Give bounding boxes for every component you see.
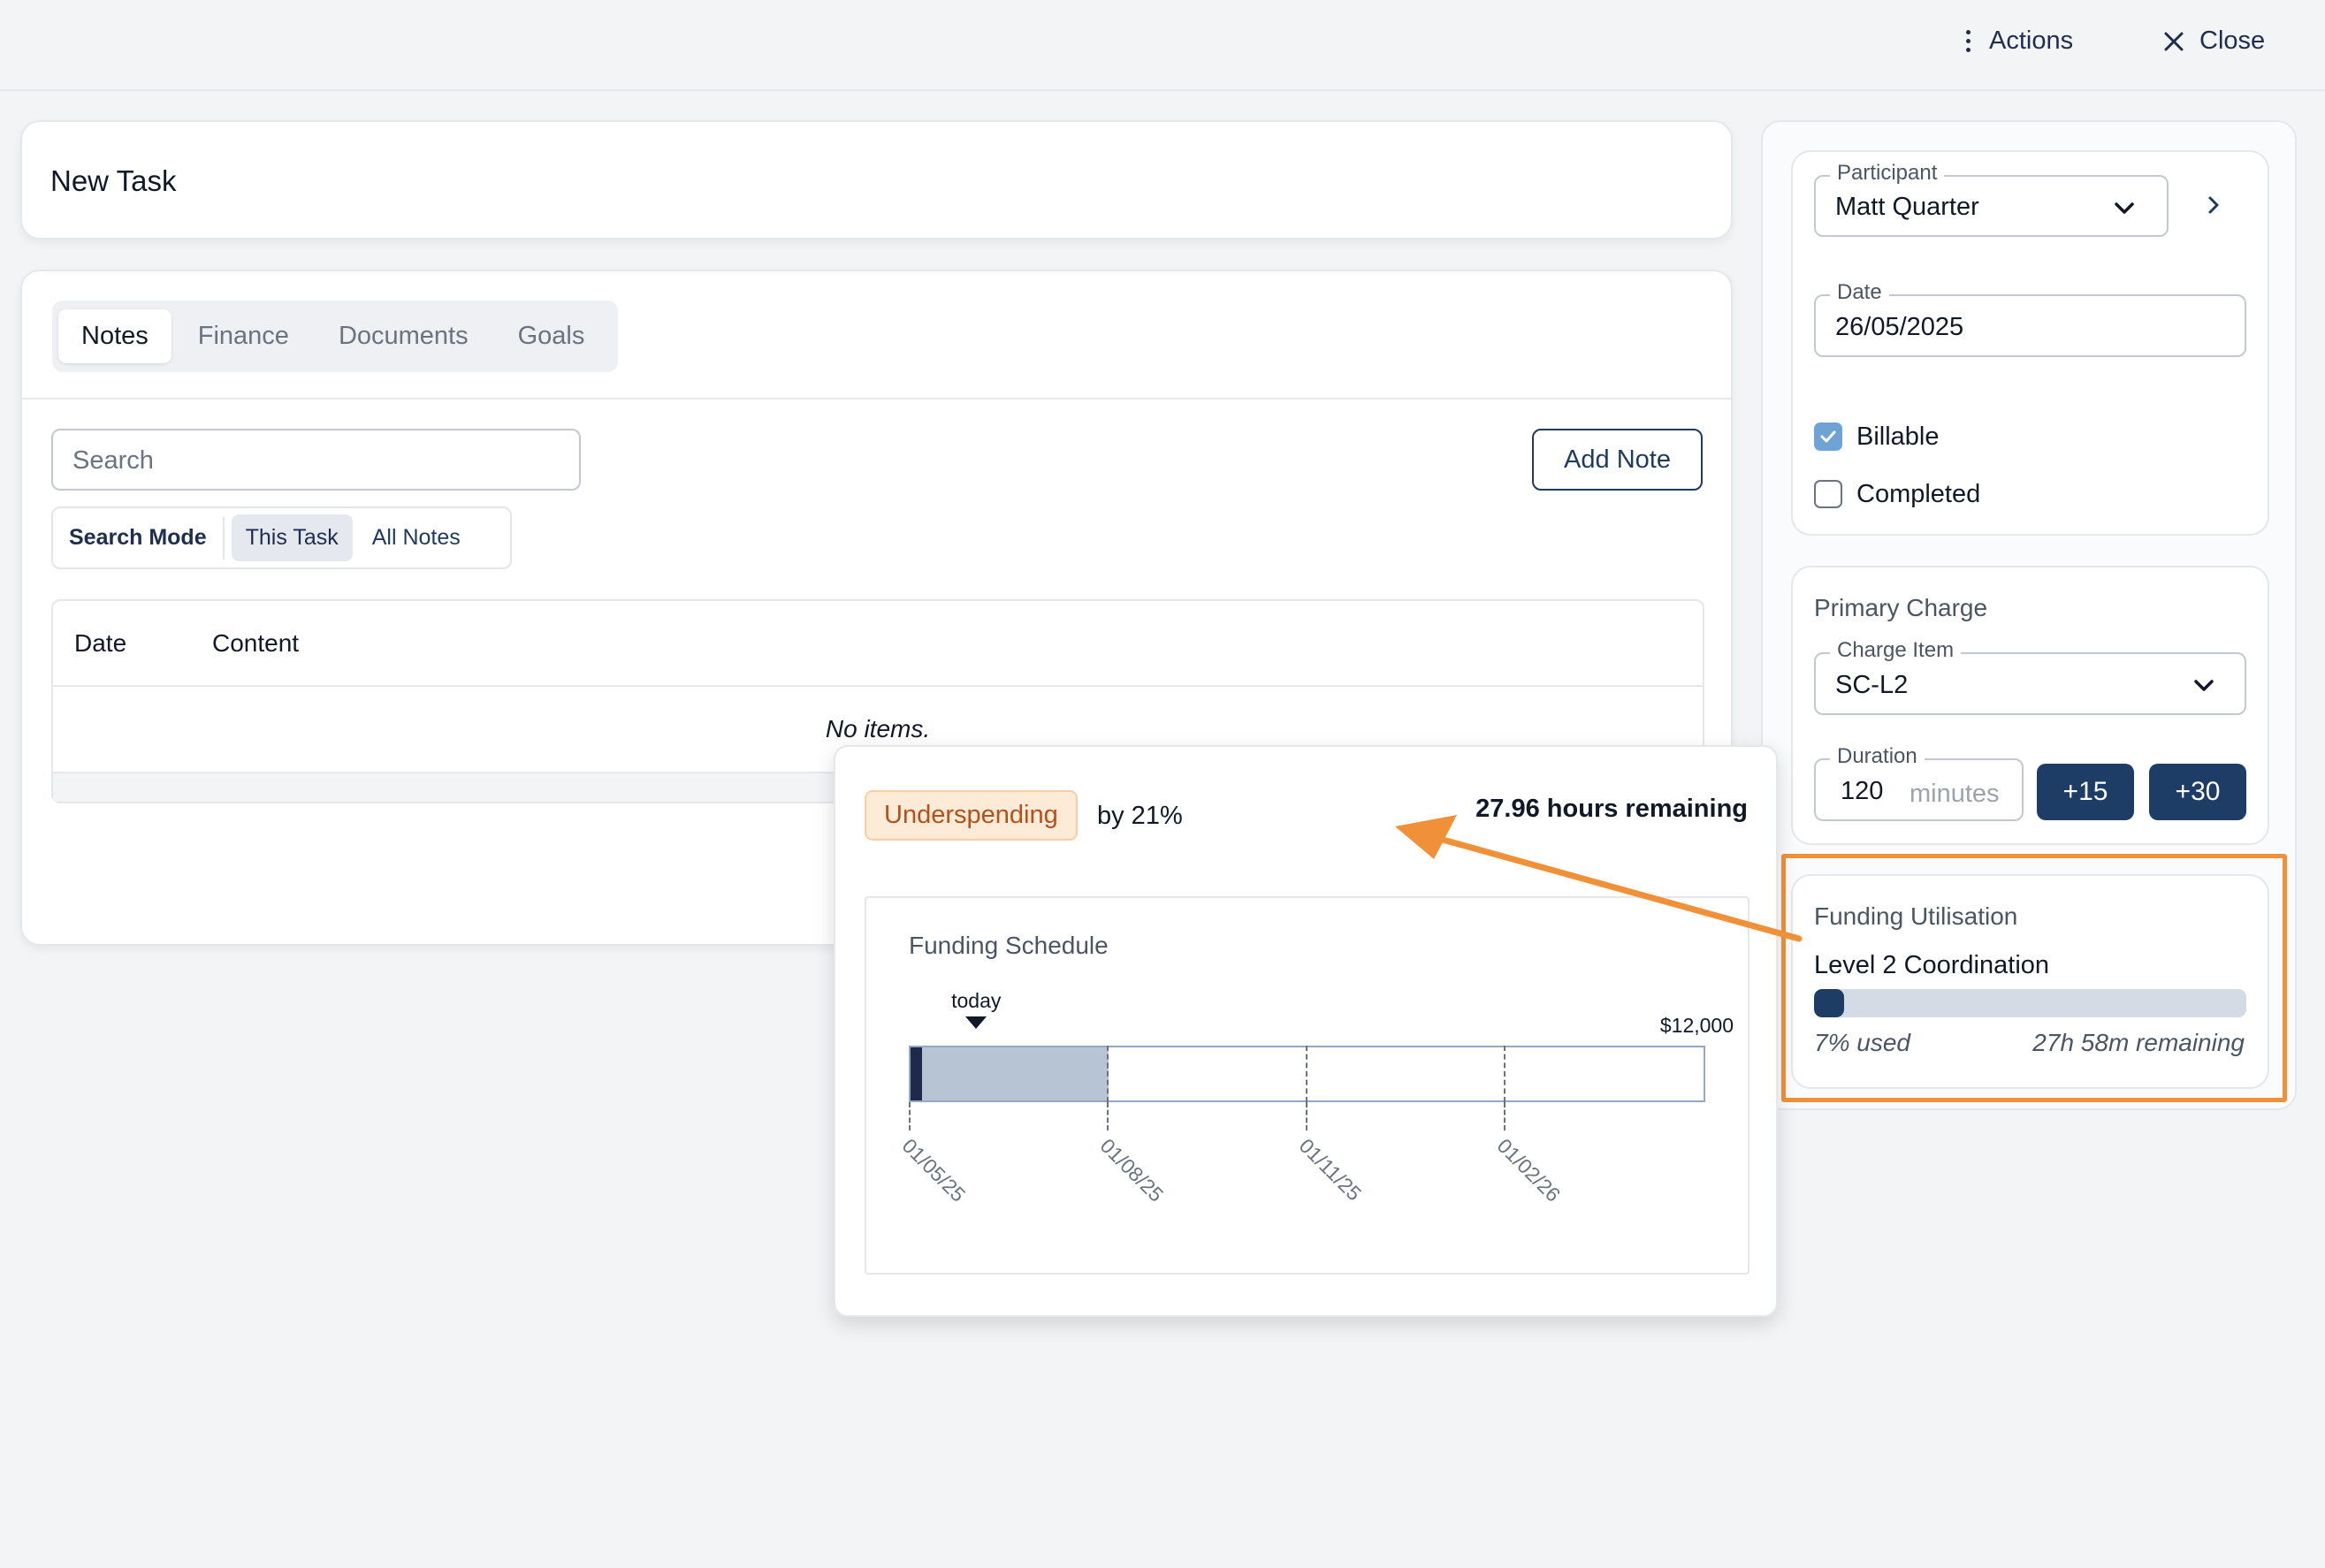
annotation-arrow bbox=[1395, 815, 1803, 942]
